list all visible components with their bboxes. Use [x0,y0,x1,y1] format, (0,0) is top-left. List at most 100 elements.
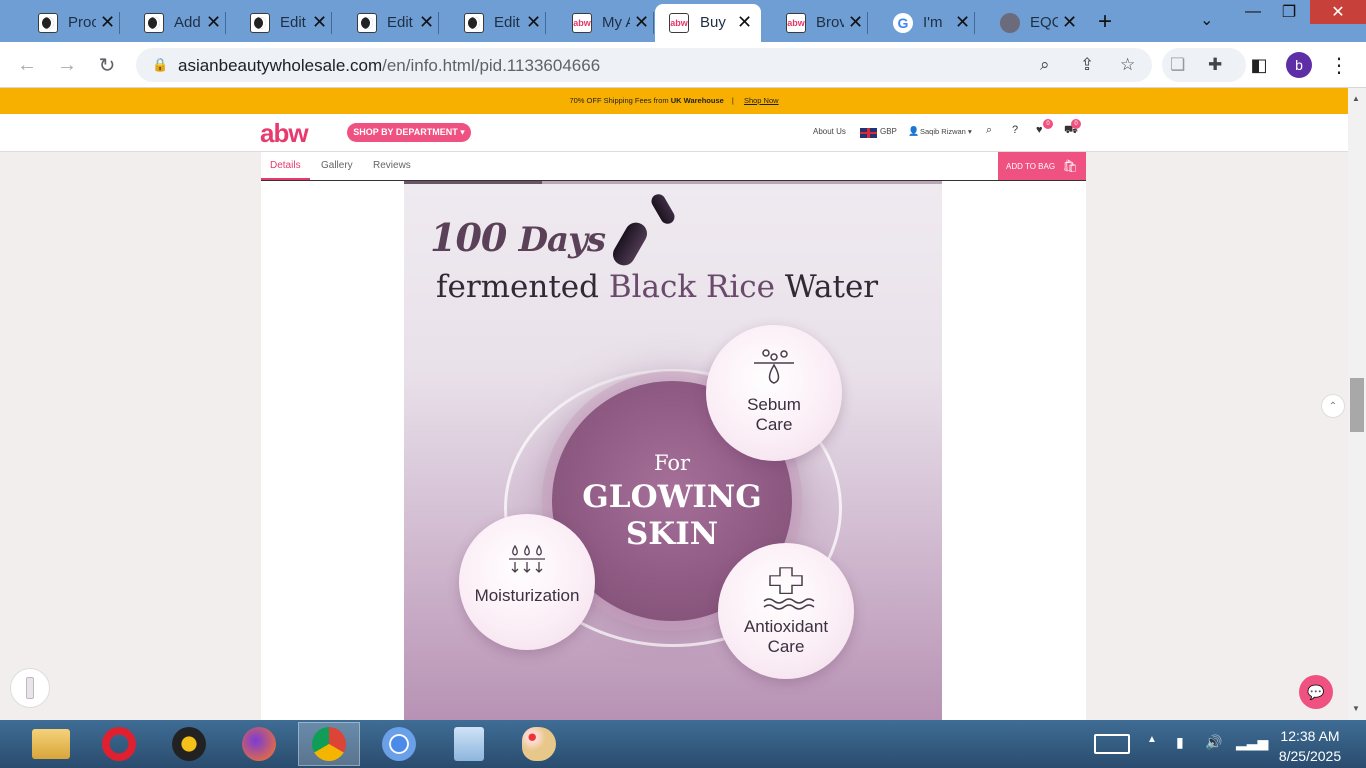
help-icon[interactable]: ? [1012,124,1018,136]
tab-close-icon[interactable]: ✕ [1062,12,1077,33]
window-minimize-button[interactable]: — [1236,0,1270,24]
browser-tab[interactable]: G I'm ✕ [869,4,975,42]
scrollbar-thumb[interactable] [1350,378,1364,432]
address-bar[interactable]: 🔒 asianbeautywholesale.com/en/info.html/… [136,48,1152,82]
browser-tab[interactable]: Add ✕ [120,4,226,42]
forward-arrow-icon[interactable]: → [52,50,82,80]
puzzle-icon[interactable]: ✚ [1208,55,1222,75]
active-tab-indicator [261,178,310,180]
search-icon[interactable]: ⌕ [986,124,992,137]
browser-tab[interactable]: Edit ✕ [226,4,332,42]
opera-icon[interactable] [88,722,150,766]
tab-title: Edit [387,14,413,31]
browser-tab[interactable]: Edit ✕ [333,4,439,42]
tab-close-icon[interactable]: ✕ [848,12,863,33]
wishlist-heart-icon[interactable]: ♥ 0 [1036,119,1053,136]
network-signal-icon[interactable]: ▂▃▅ [1236,734,1268,751]
days-number: 100 [430,215,507,260]
browser-tab[interactable]: abw My A ✕ [548,4,654,42]
tab-reviews[interactable]: Reviews [373,160,411,171]
new-tab-button[interactable]: + [1098,8,1112,36]
image-top-edge [404,181,942,184]
cart-icon[interactable]: ⛟ 0 [1064,119,1081,138]
file-explorer-icon[interactable] [20,722,82,766]
shop-now-link[interactable]: Shop Now [744,96,779,105]
notepad-icon[interactable] [438,722,500,766]
chat-bubble-icon[interactable]: 💬 [1299,675,1333,709]
profile-avatar[interactable]: b [1286,52,1312,78]
back-to-top-button[interactable]: ⌃ [1321,394,1345,418]
window-close-button[interactable]: ✕ [1310,0,1366,24]
tab-title: EQC [1030,14,1058,31]
tab-close-icon[interactable]: ✕ [634,12,649,33]
keyboard-icon[interactable] [1094,734,1130,754]
shop-by-department-button[interactable]: SHOP BY DEPARTMENT ▾ [347,123,471,142]
cart-badge: 0 [1071,119,1081,129]
browser-tab-active[interactable]: abw Buy ✕ [655,4,761,42]
about-us-link[interactable]: About Us [813,127,846,136]
benefit-label: Antioxidant Care [743,617,829,656]
black-rice-grain-icon [648,191,678,227]
user-icon[interactable]: 👤 [908,126,919,137]
tab-close-icon[interactable]: ✕ [955,12,970,33]
paint-icon[interactable] [508,722,570,766]
tab-search-chevron-icon[interactable]: ⌄ [1200,10,1213,30]
back-arrow-icon[interactable]: ← [12,50,42,80]
browser-tab[interactable]: EQC ✕ [976,4,1082,42]
url-text[interactable]: asianbeautywholesale.com/en/info.html/pi… [178,56,600,76]
browser-tab[interactable]: Proc ✕ [14,4,120,42]
extension-icon[interactable]: ❏ [1170,55,1185,75]
product-thumbnail-widget[interactable] [10,668,50,708]
system-clock[interactable]: 12:38 AM 8/25/2025 [1270,726,1350,766]
bookmark-star-icon[interactable]: ☆ [1120,55,1135,75]
site-header: abw SHOP BY DEPARTMENT ▾ About Us GBP 👤 … [0,114,1348,152]
window-maximize-button[interactable]: ❐ [1272,0,1306,24]
tab-details[interactable]: Details [270,160,301,171]
product-content: 100 Days fermented Black Rice Water For … [261,181,1086,720]
tab-close-icon[interactable]: ✕ [737,12,752,33]
chromium-icon[interactable] [368,722,430,766]
add-to-bag-button[interactable]: ADD TO BAG 🛍 [998,152,1086,180]
tray-expand-icon[interactable]: ▲ [1147,734,1157,745]
firefox-icon[interactable] [228,722,290,766]
browser-tab[interactable]: abw Brov ✕ [762,4,868,42]
scroll-up-arrow-icon[interactable]: ▲ [1352,94,1360,103]
cross-waves-icon [763,567,815,610]
reload-icon[interactable]: ↻ [92,50,122,80]
tab-close-icon[interactable]: ✕ [206,12,221,33]
share-icon[interactable]: ⇪ [1080,55,1094,75]
site-logo[interactable]: abw [260,118,309,149]
tab-title: Edit [494,14,520,31]
user-account-menu[interactable]: Saqib Rizwan ▾ [920,127,972,136]
zoom-icon[interactable]: ⌕ [1040,55,1050,75]
tab-title: Brov [816,14,844,31]
side-panel-icon[interactable]: ◧ [1244,50,1274,80]
tab-close-icon[interactable]: ✕ [100,12,115,33]
tab-title: My A [602,14,630,31]
battery-icon[interactable]: ▮ [1176,734,1184,751]
kebab-menu-icon[interactable]: ⋮ [1324,50,1354,80]
currency-selector[interactable]: GBP [880,127,897,136]
volume-icon[interactable]: 🔊 [1205,734,1222,751]
tab-close-icon[interactable]: ✕ [419,12,434,33]
lock-icon[interactable]: 🔒 [152,57,168,73]
days-heading: 100 Days [430,215,606,260]
chrome-icon[interactable] [298,722,360,766]
webpage: 70% OFF Shipping Fees from UK Warehouse … [0,88,1348,720]
media-player-icon[interactable] [158,722,220,766]
tab-close-icon[interactable]: ✕ [526,12,541,33]
tab-title: I'm [923,14,943,31]
uk-flag-icon[interactable] [860,128,877,138]
browser-tab[interactable]: Edit ✕ [440,4,546,42]
tab-gallery[interactable]: Gallery [321,160,353,171]
sebum-drop-icon [754,349,794,384]
abw-favicon: abw [669,13,689,33]
browser-toolbar: ← → ↻ 🔒 asianbeautywholesale.com/en/info… [0,42,1366,88]
page-scrollbar[interactable]: ▲ ▼ [1348,88,1366,720]
product-image: 100 Days fermented Black Rice Water For … [404,181,942,720]
google-favicon: G [893,13,913,33]
tab-title: Edit [280,14,306,31]
tab-close-icon[interactable]: ✕ [312,12,327,33]
scroll-down-arrow-icon[interactable]: ▼ [1352,704,1360,713]
black-rice-grain-icon [608,218,652,270]
